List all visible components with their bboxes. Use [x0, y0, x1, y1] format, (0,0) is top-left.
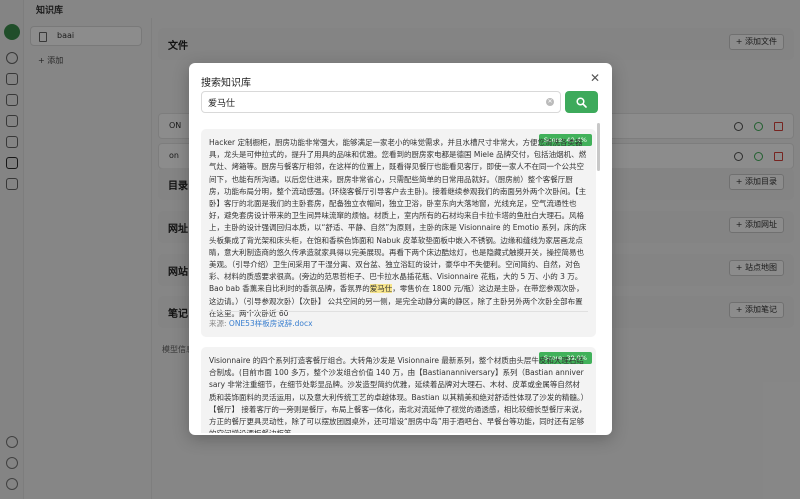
result-text: Visionnaire 的四个系列打造客餐厅组合。大转角沙发是 Visionna… [209, 356, 587, 433]
result-text: Hacker 定制橱柜，厨房功能非常强大，能够满足一家老小的味觉需求，并且水槽尺… [209, 137, 587, 320]
search-input[interactable] [208, 95, 538, 110]
result-source: 来源: ONE53样板房说辞.docx [209, 318, 313, 329]
source-label: 来源: [209, 319, 227, 328]
source-file-link[interactable]: ONE53样板房说辞.docx [229, 319, 313, 328]
divider [209, 311, 588, 312]
highlight: 爱马仕 [369, 284, 393, 294]
close-icon[interactable]: ✕ [588, 71, 602, 85]
search-icon [576, 97, 587, 108]
search-button[interactable] [565, 91, 598, 113]
clear-icon[interactable]: ✕ [546, 98, 554, 106]
search-kb-modal: 搜索知识库 ✕ ✕ Score: 40.4% Hacker 定制橱柜，厨房功能非… [189, 63, 612, 435]
search-results: Score: 40.4% Hacker 定制橱柜，厨房功能非常强大，能够满足一家… [201, 125, 598, 433]
result-card: Score: 39.0% Visionnaire 的四个系列打造客餐厅组合。大转… [201, 347, 596, 433]
modal-title: 搜索知识库 [201, 78, 251, 89]
result-card: Score: 40.4% Hacker 定制橱柜，厨房功能非常强大，能够满足一家… [201, 129, 596, 337]
search-box: ✕ [201, 91, 561, 113]
result-text-before: Hacker 定制橱柜，厨房功能非常强大，能够满足一家老小的味觉需求，并且水槽尺… [209, 138, 587, 294]
